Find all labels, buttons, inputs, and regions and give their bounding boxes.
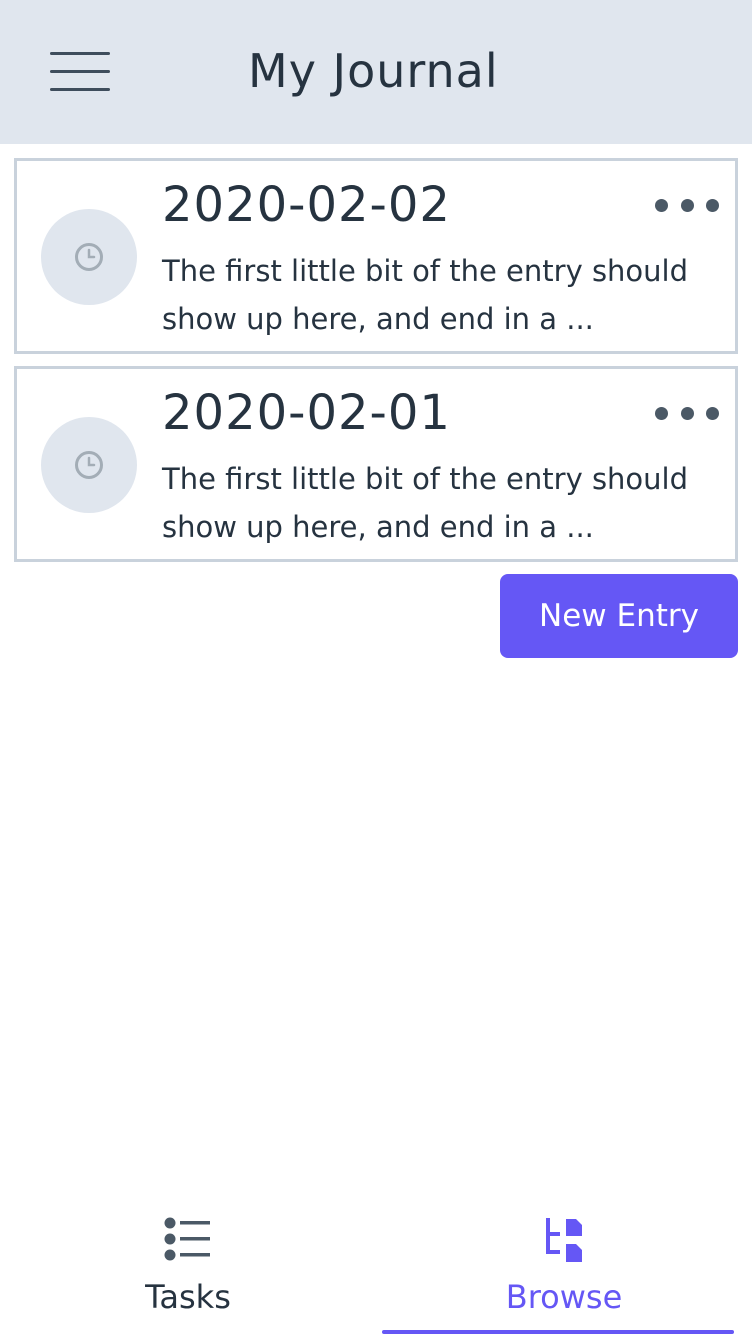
entry-card[interactable]: 2020-02-01 The first little bit of the e…: [14, 366, 738, 562]
clock-icon: [41, 209, 137, 305]
entry-card[interactable]: 2020-02-02 The first little bit of the e…: [14, 158, 738, 354]
entry-excerpt: The first little bit of the entry should…: [162, 462, 689, 544]
active-tab-indicator: [382, 1330, 734, 1334]
menu-icon[interactable]: [50, 52, 110, 92]
more-options-icon[interactable]: [655, 197, 719, 213]
clock-icon: [41, 417, 137, 513]
entry-date: 2020-02-01: [162, 385, 451, 441]
bottom-nav: Tasks Browse: [0, 1196, 752, 1336]
browse-tree-icon: [544, 1216, 584, 1268]
journal-screen: My Journal 2020-02-02 The first little b…: [0, 0, 752, 1336]
tab-tasks[interactable]: Tasks: [0, 1196, 376, 1336]
entry-excerpt: The first little bit of the entry should…: [162, 254, 689, 336]
app-header: My Journal: [0, 0, 752, 144]
tab-browse[interactable]: Browse: [376, 1196, 752, 1336]
list-icon: [164, 1216, 212, 1266]
tab-tasks-label: Tasks: [145, 1278, 231, 1316]
tab-browse-label: Browse: [505, 1278, 623, 1316]
page-title: My Journal: [248, 44, 499, 98]
entry-date: 2020-02-02: [162, 177, 451, 233]
new-entry-button[interactable]: New Entry: [500, 574, 738, 658]
entry-list: 2020-02-02 The first little bit of the e…: [14, 158, 738, 574]
more-options-icon[interactable]: [655, 405, 719, 421]
